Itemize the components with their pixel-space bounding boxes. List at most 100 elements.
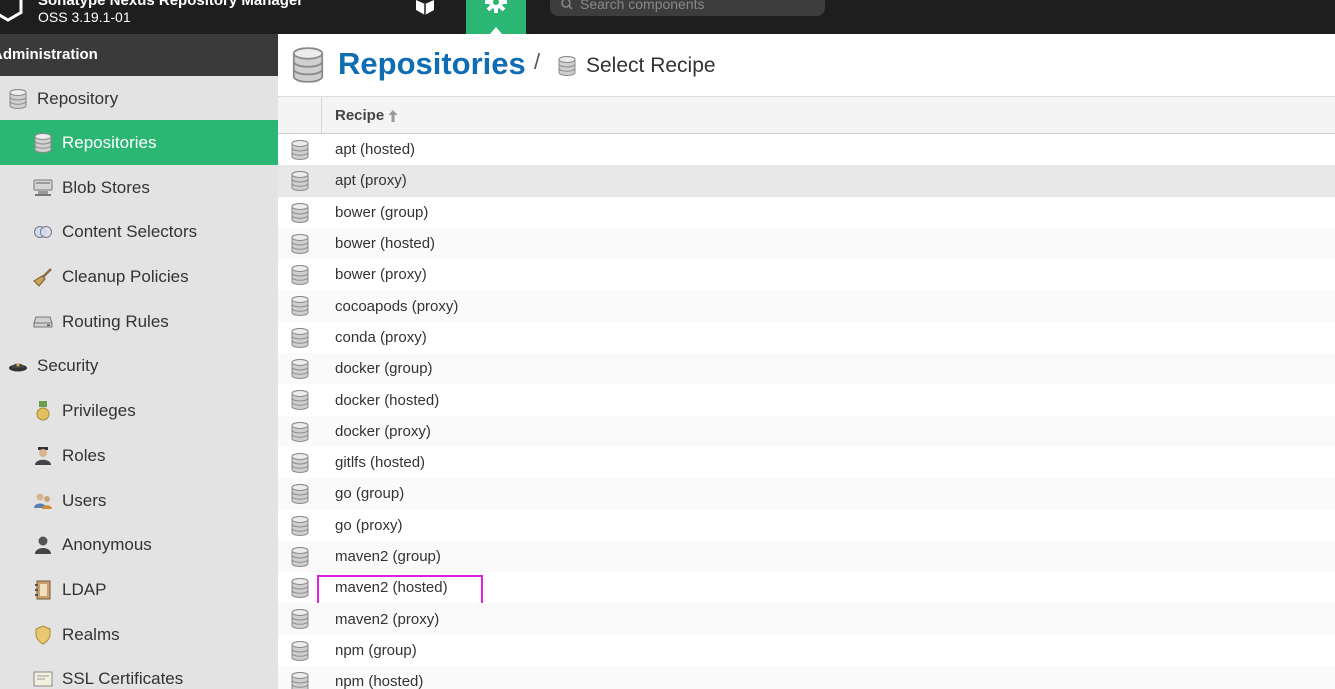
sidebar-item-users[interactable]: Users (0, 478, 278, 523)
recipe-list: apt (hosted) apt (proxy) bower (group) b… (278, 134, 1335, 689)
users-icon (34, 493, 52, 509)
recipe-label: apt (proxy) (335, 172, 407, 190)
recipe-label: bower (proxy) (335, 266, 427, 284)
sidebar-item-realms[interactable]: Realms (0, 612, 278, 657)
recipe-label: docker (proxy) (335, 422, 431, 440)
recipe-column-label: Recipe (335, 107, 385, 124)
recipe-row[interactable]: conda (proxy) (278, 322, 1335, 353)
sidebar-item-routing-rules[interactable]: Routing Rules (0, 299, 278, 344)
shield-icon (35, 624, 51, 645)
database-icon (291, 328, 309, 348)
database-icon (291, 672, 309, 689)
recipe-label: cocoapods (proxy) (335, 297, 459, 315)
recipe-row[interactable]: cocoapods (proxy) (278, 290, 1335, 322)
browse-mode-button[interactable] (410, 0, 440, 34)
recipe-row[interactable]: npm (hosted) (278, 666, 1335, 689)
sidebar-item-cleanup-policies[interactable]: Cleanup Policies (0, 254, 278, 299)
recipe-row[interactable]: docker (group) (278, 353, 1335, 385)
top-header: Sonatype Nexus Repository Manager OSS 3.… (0, 0, 1335, 34)
grid-header: Recipe (278, 97, 1335, 134)
recipe-row[interactable]: maven2 (group) (278, 540, 1335, 573)
sidebar-item-roles[interactable]: Roles (0, 433, 278, 478)
database-icon (291, 203, 309, 223)
database-icon (291, 422, 309, 442)
database-icon (291, 234, 309, 254)
database-icon (291, 641, 309, 661)
recipe-row-maven2-hosted[interactable]: maven2 (hosted) (278, 572, 1335, 607)
database-icon (291, 296, 309, 316)
app-name: Sonatype Nexus Repository Manager (38, 0, 304, 9)
search-box[interactable] (550, 0, 825, 16)
recipe-label: go (group) (335, 485, 405, 503)
anonymous-user-icon (35, 536, 51, 554)
recipe-row[interactable]: maven2 (proxy) (278, 603, 1335, 635)
recipe-row[interactable]: bower (hosted) (278, 227, 1335, 260)
recipe-label: npm (hosted) (335, 673, 424, 689)
breadcrumb-repositories-link[interactable]: Repositories (338, 46, 526, 82)
nexus-logo-icon (0, 0, 23, 22)
security-cap-icon (9, 363, 27, 371)
sidebar-item-blob-stores[interactable]: Blob Stores (0, 165, 278, 210)
admin-mode-button[interactable] (466, 0, 526, 34)
sidebar-item-label: Privileges (62, 400, 136, 420)
sidebar-item-ssl-certificates[interactable]: SSL Certificates (0, 656, 278, 689)
database-icon (291, 516, 309, 536)
content-selector-icon (34, 225, 52, 238)
recipe-label: bower (hosted) (335, 235, 436, 253)
cube-icon (416, 0, 434, 15)
sidebar-item-label: SSL Certificates (62, 668, 184, 688)
database-icon (291, 547, 309, 567)
database-icon (291, 359, 309, 379)
search-input[interactable] (580, 0, 815, 13)
recipe-row[interactable]: go (proxy) (278, 510, 1335, 541)
database-icon (291, 171, 309, 191)
sidebar-item-label: Repositories (62, 132, 157, 152)
address-book-icon (35, 580, 51, 599)
recipe-row[interactable]: gitlfs (hosted) (278, 447, 1335, 478)
gear-icon (485, 0, 507, 13)
sidebar-item-label: Content Selectors (62, 221, 198, 241)
broom-icon (33, 267, 52, 287)
active-mode-caret (490, 27, 502, 34)
recipe-row[interactable]: bower (group) (278, 197, 1335, 228)
recipe-row[interactable]: npm (group) (278, 635, 1335, 666)
sidebar-item-content-selectors[interactable]: Content Selectors (0, 209, 278, 254)
recipe-label: go (proxy) (335, 516, 403, 534)
recipe-row[interactable]: go (group) (278, 478, 1335, 510)
sidebar-item-label: Realms (62, 624, 120, 644)
sidebar-item-privileges[interactable]: Privileges (0, 388, 278, 433)
recipe-row[interactable]: docker (proxy) (278, 415, 1335, 447)
sidebar-item-label: Users (62, 490, 107, 510)
database-icon (292, 47, 324, 83)
sidebar-item-label: Roles (62, 445, 106, 465)
recipe-label: bower (group) (335, 203, 429, 221)
sidebar-item-label: Routing Rules (62, 311, 169, 331)
sidebar-item-security[interactable]: Security (0, 343, 278, 388)
database-icon (291, 453, 309, 473)
sidebar-item-ldap[interactable]: LDAP (0, 567, 278, 612)
database-icon (9, 89, 27, 109)
recipe-row[interactable]: docker (hosted) (278, 384, 1335, 415)
database-icon (558, 56, 576, 76)
server-icon (33, 179, 53, 196)
sidebar-title: Administration (0, 34, 278, 76)
recipe-label: npm (group) (335, 641, 417, 659)
recipe-row[interactable]: bower (proxy) (278, 259, 1335, 290)
search-icon (561, 0, 573, 10)
medal-icon (36, 400, 50, 420)
drive-icon (33, 316, 53, 327)
sidebar-item-label: Anonymous (62, 534, 152, 554)
database-icon (291, 265, 309, 285)
database-icon (291, 140, 309, 160)
database-icon (34, 133, 52, 153)
recipe-label: maven2 (hosted) (335, 579, 448, 597)
recipe-label: gitlfs (hosted) (335, 454, 426, 472)
sidebar-item-anonymous[interactable]: Anonymous (0, 522, 278, 567)
recipe-row[interactable]: apt (proxy) (278, 165, 1335, 197)
recipe-row[interactable]: apt (hosted) (278, 134, 1335, 165)
sidebar-item-repository[interactable]: Repository (0, 76, 278, 121)
sort-ascending-icon (388, 109, 398, 122)
recipe-label: apt (hosted) (335, 141, 416, 159)
sidebar-item-repositories[interactable]: Repositories (0, 120, 278, 165)
recipe-column-header[interactable]: Recipe (335, 107, 398, 124)
